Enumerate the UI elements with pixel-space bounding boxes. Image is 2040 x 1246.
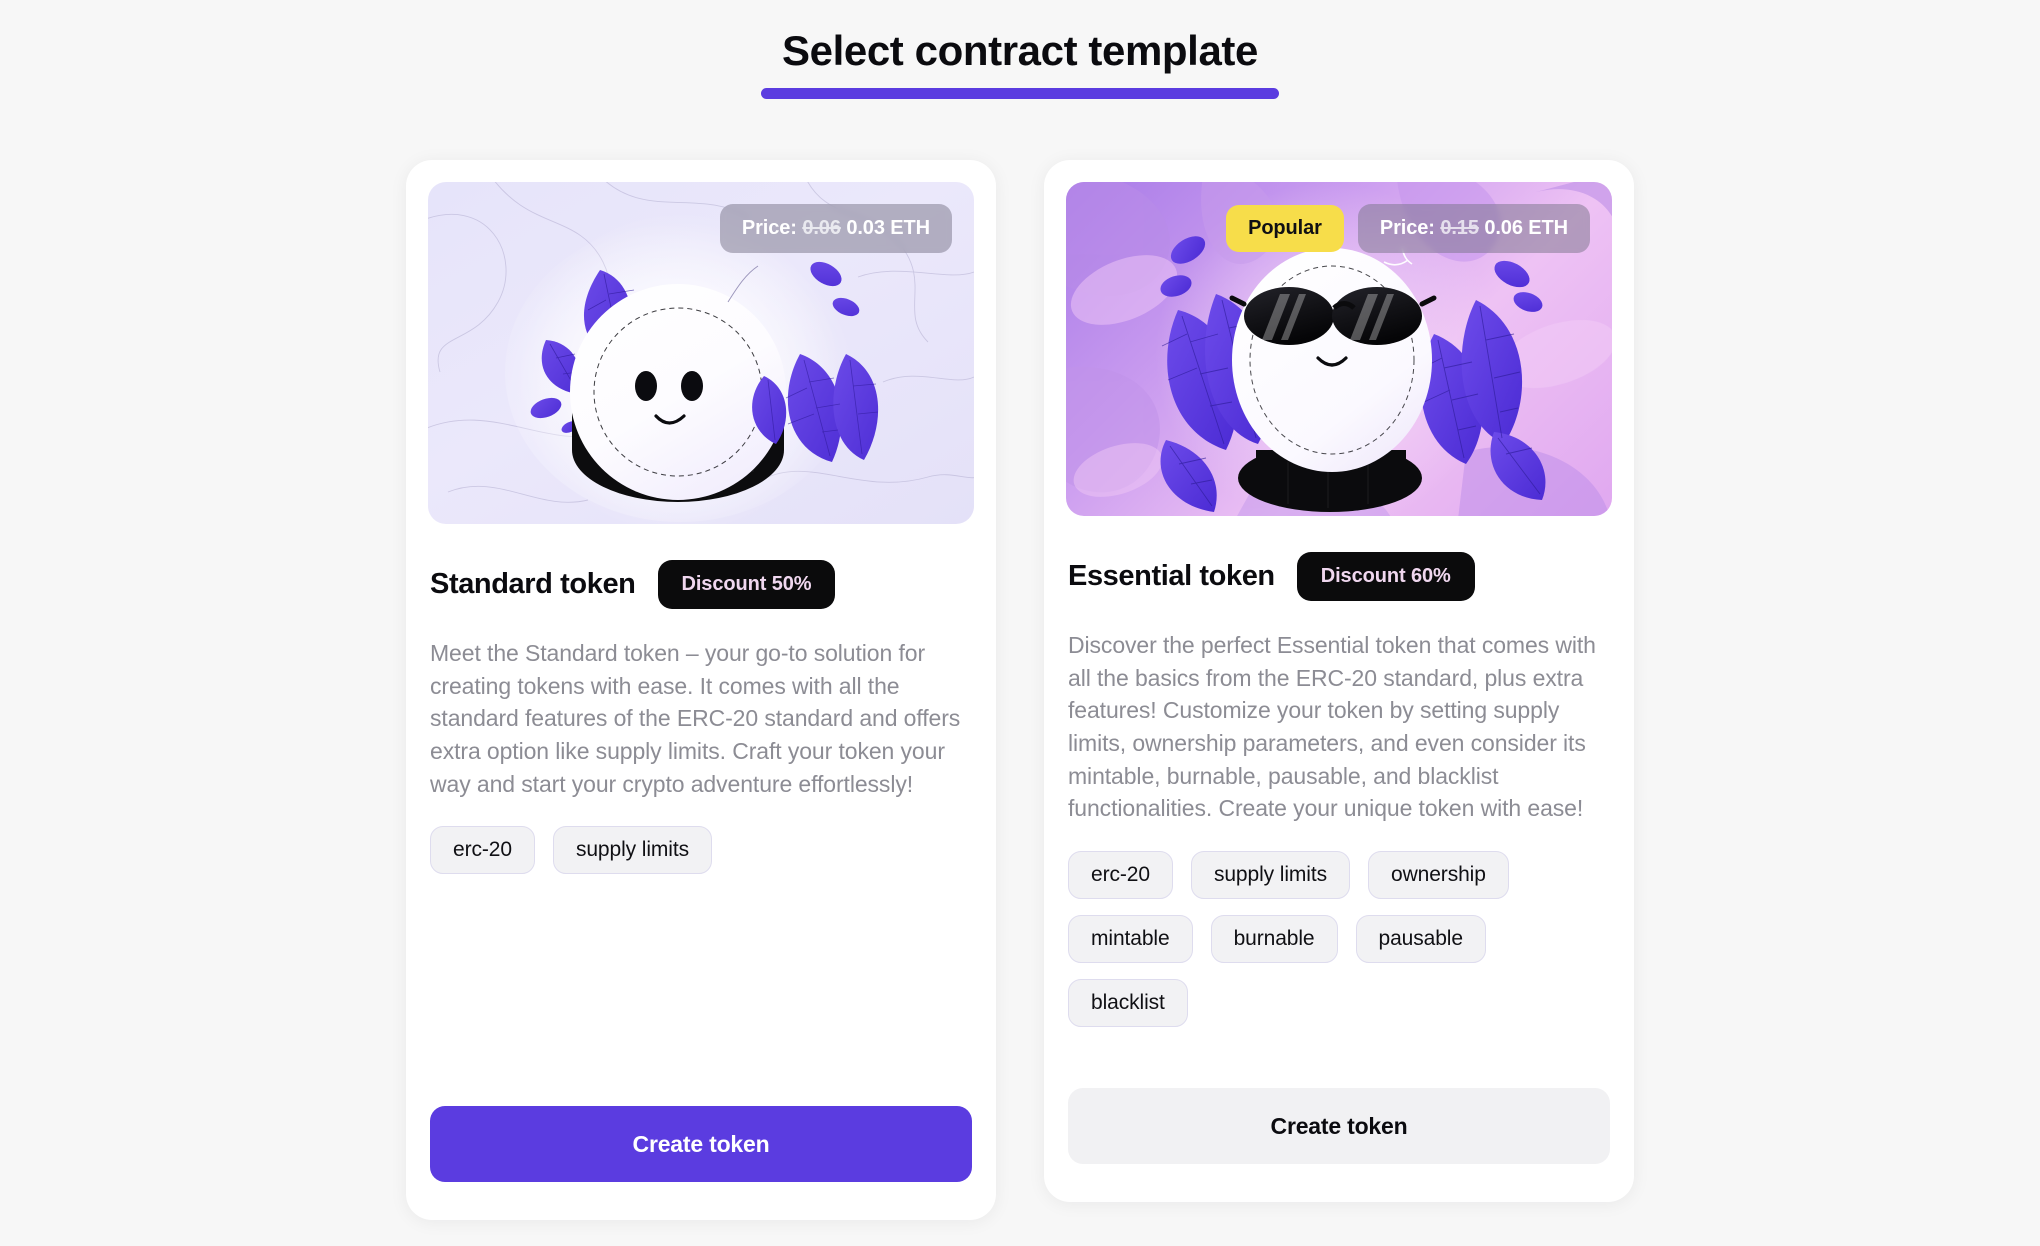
price-new: 0.03 ETH [846, 217, 930, 239]
template-card-standard[interactable]: Price: 0.06 0.03 ETH Standard token Disc… [406, 160, 996, 1220]
popular-badge: Popular [1226, 205, 1344, 252]
title-underline [761, 88, 1279, 100]
tag: erc-20 [430, 826, 535, 875]
tag: supply limits [552, 826, 712, 875]
price-label: Price: [741, 217, 797, 239]
card-title-essential: Essential token [1068, 560, 1275, 592]
tag: blacklist [1068, 978, 1188, 1027]
price-label: Price: [1379, 217, 1435, 239]
hero-badges-essential: Popular Price: 0.15 0.06 ETH [1226, 204, 1590, 253]
discount-badge-essential: Discount 60% [1296, 552, 1475, 601]
hero-badges-standard: Price: 0.06 0.03 ETH [719, 204, 952, 253]
price-new: 0.06 ETH [1484, 217, 1568, 239]
price-badge-essential: Price: 0.15 0.06 ETH [1357, 204, 1590, 253]
tag: ownership [1368, 850, 1509, 899]
create-token-button-standard[interactable]: Create token [430, 1106, 972, 1182]
page-title: Select contract template [782, 27, 1258, 74]
hero-illustration-essential: Popular Price: 0.15 0.06 ETH [1066, 182, 1612, 516]
price-old: 0.15 [1440, 217, 1479, 239]
card-description-standard: Meet the Standard token – your go-to sol… [430, 640, 961, 797]
price-badge-standard: Price: 0.06 0.03 ETH [719, 204, 952, 253]
tag: burnable [1210, 914, 1338, 963]
title-row-essential: Essential token Discount 60% [1068, 552, 1610, 601]
card-title-standard: Standard token [430, 568, 636, 600]
discount-badge-standard: Discount 50% [657, 560, 836, 609]
tag: pausable [1355, 914, 1486, 963]
template-selection-page: Select contract template Price: 0.06 0.0… [0, 0, 2040, 1246]
tag: erc-20 [1068, 850, 1173, 899]
title-row-standard: Standard token Discount 50% [430, 560, 972, 609]
price-old: 0.06 [802, 217, 841, 239]
template-card-essential[interactable]: Popular Price: 0.15 0.06 ETH Essential t… [1044, 160, 1634, 1202]
hero-illustration-standard: Price: 0.06 0.03 ETH [428, 182, 974, 524]
tag: mintable [1068, 914, 1193, 963]
tag-list-essential: erc-20 supply limits ownership mintable … [1068, 850, 1610, 1027]
card-body-essential: Essential token Discount 60% Discover th… [1066, 516, 1612, 1202]
tag-list-standard: erc-20 supply limits [430, 826, 972, 875]
page-header: Select contract template [0, 27, 2040, 100]
create-token-button-essential[interactable]: Create token [1068, 1088, 1610, 1164]
template-card-list: Price: 0.06 0.03 ETH Standard token Disc… [0, 160, 2040, 1220]
card-body-standard: Standard token Discount 50% Meet the Sta… [428, 524, 974, 1220]
card-description-essential: Discover the perfect Essential token tha… [1068, 632, 1596, 822]
tag: supply limits [1190, 850, 1350, 899]
